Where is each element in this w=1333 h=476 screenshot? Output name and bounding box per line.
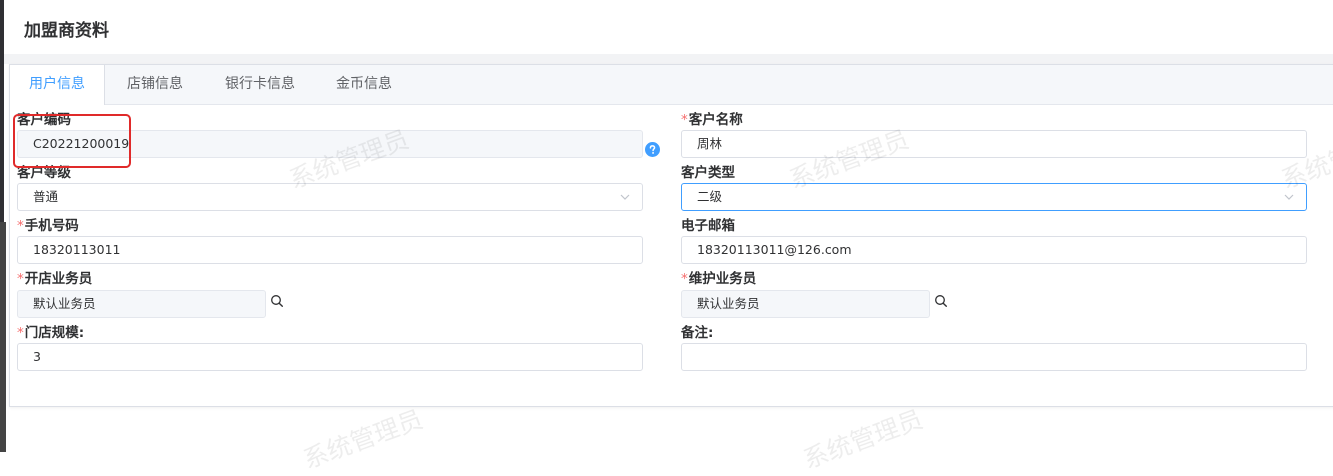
- search-icon[interactable]: [270, 294, 284, 308]
- customer-code-input[interactable]: C20221200019: [17, 130, 643, 158]
- store-scale-label: *门店规模:: [17, 321, 84, 341]
- watermark: 系统管理员: [299, 404, 427, 475]
- tab-coin-info[interactable]: 金币信息: [322, 65, 406, 104]
- left-edge-strip: [0, 0, 6, 452]
- customer-level-select[interactable]: 普通: [17, 183, 643, 211]
- required-mark: *: [17, 271, 24, 287]
- customer-code-label: 客户编码: [17, 108, 71, 128]
- page-title: 加盟商资料: [24, 21, 109, 41]
- email-label: 电子邮箱: [681, 214, 735, 234]
- phone-label-text: 手机号码: [24, 218, 79, 234]
- page-header: 加盟商资料: [4, 0, 1333, 54]
- tab-user-info[interactable]: 用户信息: [10, 65, 105, 105]
- customer-level-value: 普通: [33, 189, 59, 204]
- remark-label-text: 备注:: [681, 325, 714, 341]
- customer-type-label-text: 客户类型: [681, 165, 735, 181]
- phone-input[interactable]: 18320113011: [17, 236, 643, 264]
- email-input[interactable]: 18320113011@126.com: [681, 236, 1307, 264]
- customer-type-label: 客户类型: [681, 161, 735, 181]
- required-mark: *: [17, 325, 24, 341]
- phone-label: *手机号码: [17, 214, 79, 234]
- maintain-salesperson-label-text: 维护业务员: [688, 271, 757, 287]
- store-scale-label-text: 门店规模:: [24, 325, 85, 341]
- customer-type-value: 二级: [697, 189, 723, 204]
- remark-input[interactable]: [681, 343, 1307, 371]
- email-label-text: 电子邮箱: [681, 218, 735, 234]
- maintain-salesperson-label: *维护业务员: [681, 267, 756, 287]
- customer-level-label: 客户等级: [17, 161, 71, 181]
- tab-bar: 用户信息 店铺信息 银行卡信息 金币信息: [10, 65, 1333, 105]
- customer-type-select[interactable]: 二级: [681, 183, 1307, 211]
- open-salesperson-input[interactable]: 默认业务员: [17, 290, 266, 318]
- header-gap: [4, 54, 1333, 64]
- customer-level-label-text: 客户等级: [17, 165, 71, 181]
- required-mark: *: [681, 112, 688, 128]
- maintain-salesperson-input[interactable]: 默认业务员: [681, 290, 930, 318]
- tab-store-info[interactable]: 店铺信息: [111, 65, 199, 104]
- customer-name-label-text: 客户名称: [688, 112, 743, 128]
- chevron-down-icon: [1284, 194, 1294, 200]
- tab-bank-card-info[interactable]: 银行卡信息: [212, 65, 308, 104]
- customer-code-label-text: 客户编码: [17, 112, 71, 128]
- watermark: 系统管理员: [799, 404, 927, 475]
- question-circle-icon[interactable]: [645, 142, 660, 157]
- open-salesperson-label-text: 开店业务员: [24, 271, 93, 287]
- remark-label: 备注:: [681, 321, 713, 341]
- open-salesperson-label: *开店业务员: [17, 267, 92, 287]
- left-edge-block: [0, 222, 6, 452]
- store-scale-input[interactable]: 3: [17, 343, 643, 371]
- chevron-down-icon: [620, 194, 630, 200]
- customer-name-input[interactable]: 周林: [681, 130, 1307, 158]
- search-icon[interactable]: [934, 294, 948, 308]
- customer-name-label: *客户名称: [681, 108, 743, 128]
- required-mark: *: [681, 271, 688, 287]
- required-mark: *: [17, 218, 24, 234]
